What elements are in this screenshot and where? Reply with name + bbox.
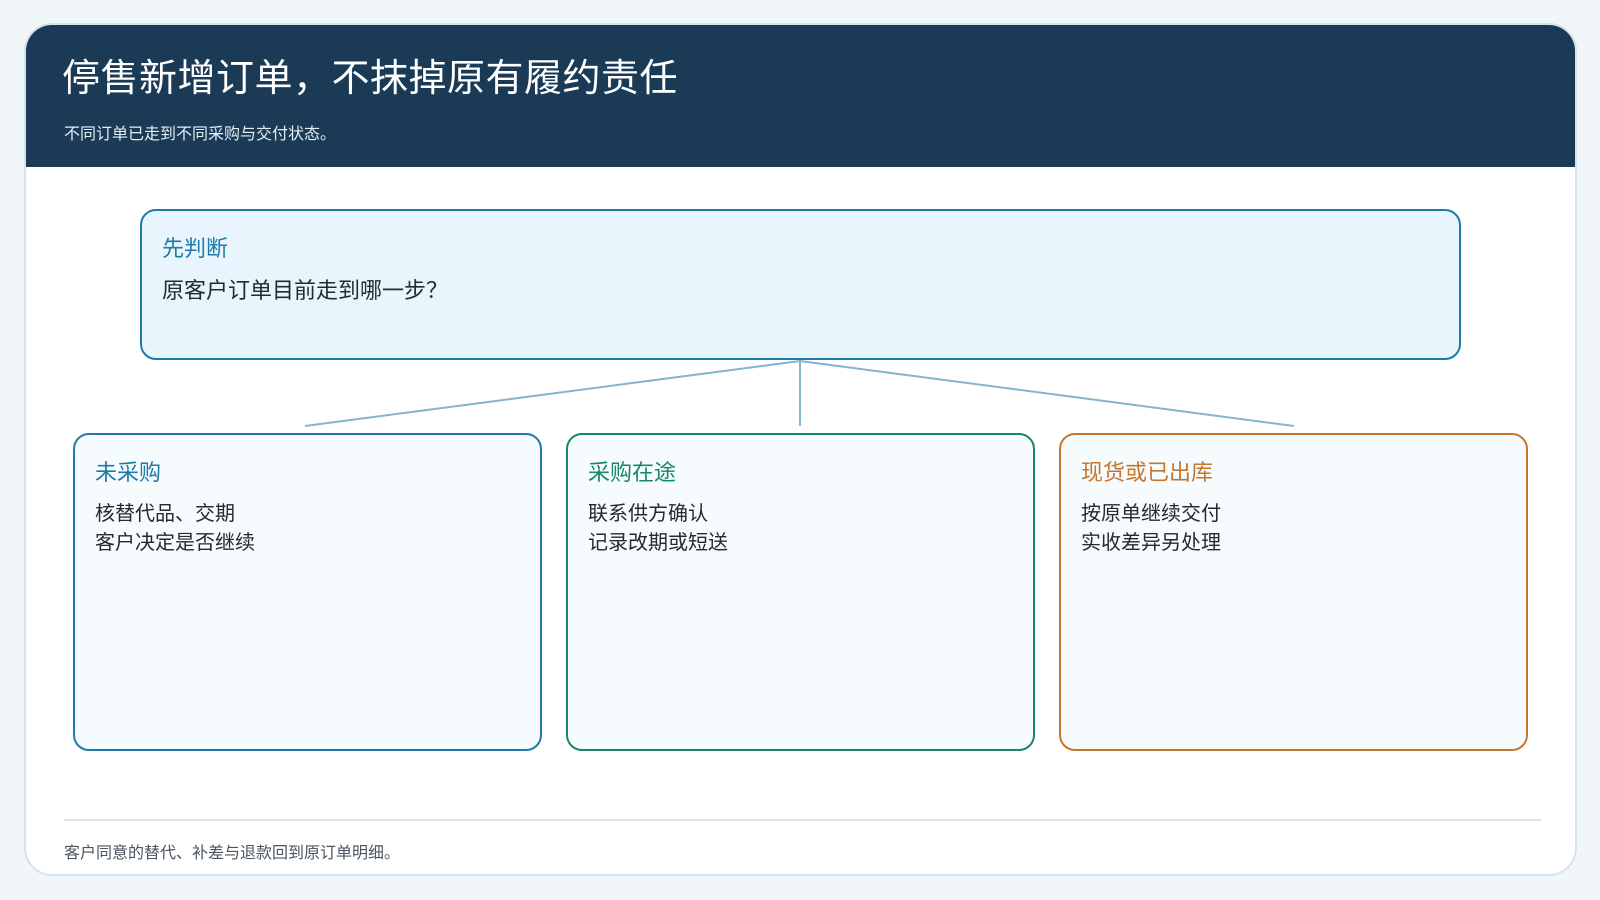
branch-title-in-stock: 现货或已出库 <box>1081 461 1214 486</box>
branch-card-not-purchased: 未采购 核替代品、交期 客户决定是否继续 <box>73 433 542 751</box>
branch-title-in-transit: 采购在途 <box>588 461 677 486</box>
branch-step: 核替代品、交期 <box>95 501 235 525</box>
branch-card-in-transit: 采购在途 联系供方确认 记录改期或短送 <box>566 433 1035 751</box>
branch-step: 按原单继续交付 <box>1081 501 1221 525</box>
decision-root-box: 先判断 原客户订单目前走到哪一步？ <box>140 209 1461 360</box>
page-subtitle: 不同订单已走到不同采购与交付状态。 <box>64 124 337 143</box>
page-title: 停售新增订单，不抹掉原有履约责任 <box>62 56 679 100</box>
branch-step: 联系供方确认 <box>588 501 708 525</box>
branch-title-not-purchased: 未采购 <box>95 461 162 486</box>
footer-divider <box>64 819 1541 821</box>
branch-step: 实收差异另处理 <box>1081 530 1221 554</box>
header-banner: 停售新增订单，不抹掉原有履约责任 不同订单已走到不同采购与交付状态。 <box>26 25 1575 167</box>
decision-question: 原客户订单目前走到哪一步？ <box>162 279 449 304</box>
decision-label: 先判断 <box>162 237 229 262</box>
branch-card-in-stock: 现货或已出库 按原单继续交付 实收差异另处理 <box>1059 433 1528 751</box>
branch-step: 客户决定是否继续 <box>95 530 255 554</box>
branch-step: 记录改期或短送 <box>588 530 728 554</box>
footer-note: 客户同意的替代、补差与退款回到原订单明细。 <box>64 843 401 862</box>
